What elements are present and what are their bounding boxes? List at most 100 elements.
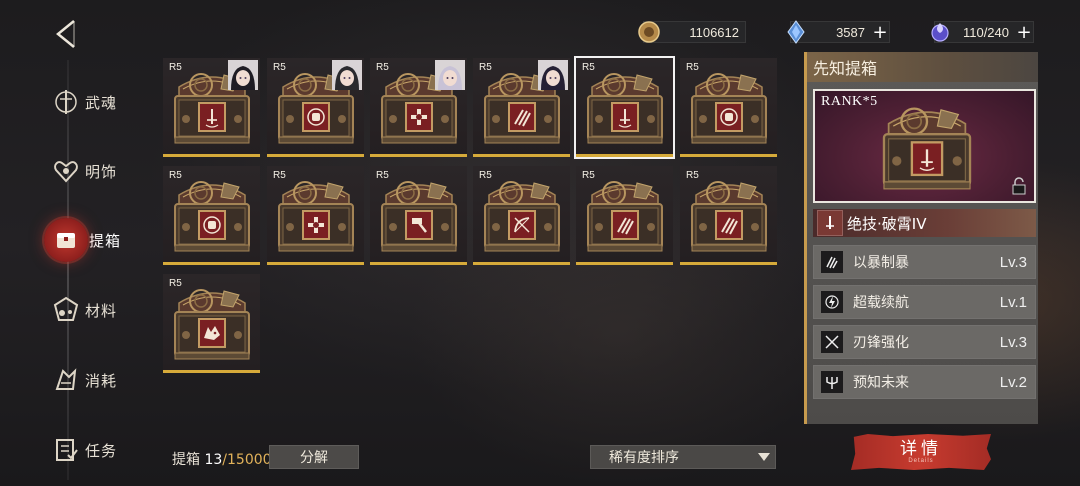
chest-card[interactable]: R5: [370, 166, 467, 265]
chest-card[interactable]: R5: [473, 166, 570, 265]
decompose-button[interactable]: 分解: [269, 445, 359, 469]
rank-badge: R5: [376, 170, 389, 181]
sidebar-item-consumable[interactable]: 消耗: [48, 360, 117, 400]
stamina-counter: 110/240 +: [931, 21, 1034, 43]
chest-illustration: [273, 174, 359, 260]
sidebar-item-label: 消耗: [85, 371, 118, 390]
claw-icon: [821, 251, 843, 273]
sidebar-item-materials[interactable]: 材料: [48, 290, 117, 330]
chest-card[interactable]: R5: [267, 166, 364, 265]
skill-row[interactable]: 预知未来 Lv.2: [813, 365, 1036, 399]
crystal-icon: [787, 20, 805, 44]
chest-illustration: [686, 66, 772, 152]
chest-card[interactable]: R5: [163, 166, 260, 265]
chest-card[interactable]: R5: [576, 166, 673, 265]
ornament-icon: [48, 153, 84, 189]
add-stamina-button[interactable]: +: [1015, 22, 1033, 43]
character-portrait: [228, 60, 258, 90]
ultimate-skill-name: 绝技·破霄IV: [847, 214, 927, 233]
add-crystal-button[interactable]: +: [871, 22, 889, 43]
rank-badge: R5: [686, 170, 699, 181]
chest-count-max: /15000: [222, 452, 272, 468]
skill-level: Lv.1: [999, 293, 1027, 311]
back-button[interactable]: [52, 18, 82, 50]
coin-counter: 1106612: [638, 21, 746, 43]
detail-panel: 先知提箱 RANK*5 绝技·破霄IV 以暴制暴 Lv.3 超载续航 Lv.1: [804, 52, 1038, 424]
chest-illustration: [169, 174, 255, 260]
chest-icon: [44, 218, 88, 262]
details-button[interactable]: 详情 Details: [851, 434, 991, 470]
skill-row[interactable]: 超载续航 Lv.1: [813, 285, 1036, 319]
chest-card[interactable]: R5: [267, 58, 364, 157]
skill-name: 刃锋强化: [853, 335, 909, 351]
sidebar-item-label: 材料: [85, 301, 118, 320]
details-button-sublabel: Details: [908, 458, 934, 464]
back-arrow-icon: [56, 20, 75, 48]
chest-illustration: [686, 174, 772, 260]
sidebar-item-label: 提箱: [89, 231, 122, 250]
sidebar-item-label: 明饰: [85, 162, 118, 181]
sort-dropdown[interactable]: 稀有度排序: [590, 445, 776, 469]
chest-illustration: [376, 174, 462, 260]
rank-label: RANK*5: [821, 94, 878, 109]
chest-card[interactable]: R5: [163, 58, 260, 157]
chest-illustration: [169, 282, 255, 368]
skill-level: Lv.3: [999, 253, 1027, 271]
rank-badge: R5: [169, 170, 182, 181]
sidebar-item-label: 任务: [85, 441, 118, 460]
chest-card[interactable]: R5: [680, 166, 777, 265]
character-portrait: [332, 60, 362, 90]
skill-row[interactable]: 以暴制暴 Lv.3: [813, 245, 1036, 279]
chevron-down-icon: [753, 452, 775, 462]
chest-count-label: 提箱: [172, 452, 200, 468]
chest-illustration: [582, 66, 668, 152]
skill-level: Lv.3: [999, 333, 1027, 351]
chest-card[interactable]: R5: [473, 58, 570, 157]
skill-name: 超载续航: [853, 295, 909, 311]
sidebar-item-ornament[interactable]: 明饰: [48, 151, 117, 191]
sidebar-rail: [67, 60, 69, 480]
chest-card[interactable]: R5: [574, 56, 675, 159]
chest-illustration: [582, 174, 668, 260]
rank-badge: R5: [273, 170, 286, 181]
crystal-counter: 3587 +: [787, 20, 890, 44]
sword-icon: [817, 210, 843, 236]
sort-label: 稀有度排序: [609, 450, 679, 466]
chest-count-current: 13: [204, 452, 223, 468]
details-button-label: 详情: [900, 439, 942, 459]
character-portrait: [538, 60, 568, 90]
rank-badge: R5: [169, 278, 182, 289]
skill-row[interactable]: 刃锋强化 Lv.3: [813, 325, 1036, 359]
skill-level: Lv.2: [999, 373, 1027, 391]
materials-icon: [48, 292, 84, 328]
task-icon: [48, 432, 84, 468]
sidebar-item-chest[interactable]: 提箱: [44, 218, 122, 262]
sidebar-item-label: 武魂: [85, 93, 118, 112]
character-portrait: [435, 60, 465, 90]
skill-name: 预知未来: [853, 375, 909, 391]
skill-name: 以暴制暴: [853, 255, 909, 271]
lock-icon[interactable]: [1010, 177, 1028, 195]
rank-badge: R5: [376, 62, 389, 73]
rank-badge: R5: [582, 170, 595, 181]
warrior-soul-icon: [48, 84, 84, 120]
rank-badge: R5: [479, 62, 492, 73]
ultimate-skill[interactable]: 绝技·破霄IV: [813, 209, 1036, 237]
detail-title: 先知提箱: [807, 52, 1038, 82]
sidebar-item-task[interactable]: 任务: [48, 430, 117, 470]
chest-illustration: [877, 99, 977, 199]
sidebar: 武魂 明饰 提箱 材料 消耗 任务: [0, 60, 150, 486]
rank-badge: R5: [582, 62, 595, 73]
sidebar-item-warrior-soul[interactable]: 武魂: [48, 82, 117, 122]
chest-card[interactable]: R5: [680, 58, 777, 157]
lightning-icon: [821, 291, 843, 313]
chest-card[interactable]: R5: [163, 274, 260, 373]
chest-card[interactable]: R5: [370, 58, 467, 157]
rank-badge: R5: [686, 62, 699, 73]
blades-icon: [821, 331, 843, 353]
rank-badge: R5: [273, 62, 286, 73]
chest-count: 提箱 13/15000: [172, 449, 272, 469]
trident-icon: [821, 371, 843, 393]
chest-illustration: [479, 174, 565, 260]
rank-badge: R5: [479, 170, 492, 181]
